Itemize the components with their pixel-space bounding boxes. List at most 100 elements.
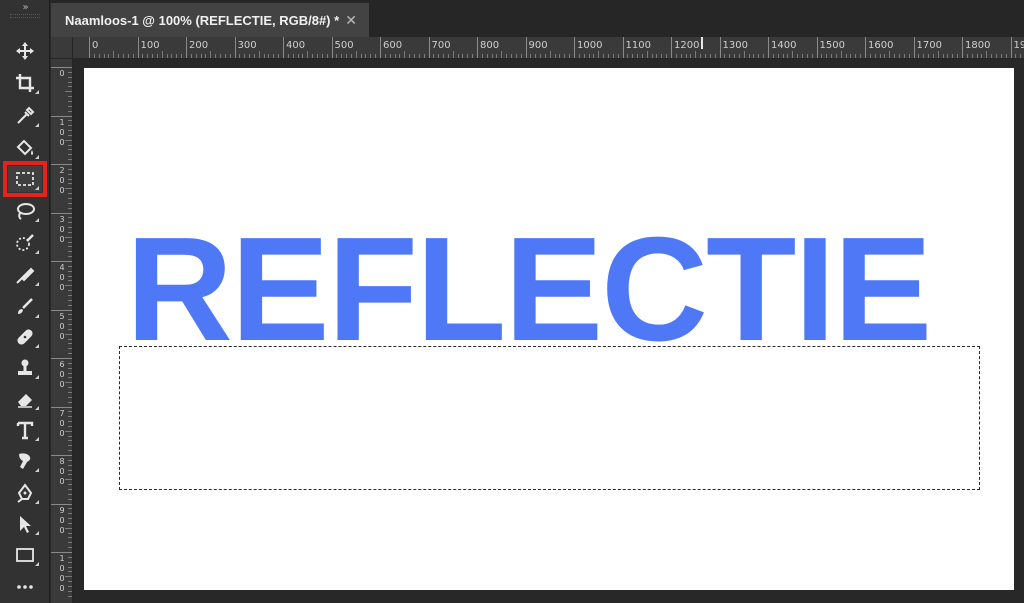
ruler-top-label: 1500 <box>819 40 845 51</box>
ruler-major-tick <box>51 552 72 553</box>
text-layer-reflectie[interactable]: REFLECTIE <box>126 216 932 364</box>
more-tools[interactable] <box>8 574 42 600</box>
ruler-minor-tick <box>244 54 246 58</box>
ruler-minor-tick <box>714 54 716 58</box>
ruler-minor-tick <box>68 183 72 185</box>
ruler-minor-tick <box>68 159 72 161</box>
ruler-minor-tick <box>68 314 72 316</box>
ruler-top-label: 200 <box>189 40 209 51</box>
ruler-major-tick <box>283 37 284 58</box>
ruler-minor-tick <box>210 51 212 58</box>
ruler-minor-tick <box>578 54 580 58</box>
ruler-minor-tick <box>68 319 72 321</box>
ruler-minor-tick <box>986 51 988 58</box>
eraser-tool[interactable] <box>8 386 42 412</box>
ruler-minor-tick <box>68 401 72 403</box>
close-tab-icon[interactable]: ✕ <box>345 12 357 29</box>
ruler-minor-tick <box>510 54 512 58</box>
ruler-minor-tick <box>350 54 352 58</box>
collapse-panel-button[interactable]: » <box>0 2 50 13</box>
vertical-ruler[interactable]: 0 100 200 300 400 500 600 700 800 900 1000 <box>51 59 73 603</box>
ruler-minor-tick <box>748 54 750 58</box>
finger-smudge-tool[interactable] <box>8 448 42 474</box>
brush-tool[interactable] <box>8 294 42 320</box>
ruler-minor-tick <box>200 54 202 58</box>
ruler-major-tick <box>51 164 72 165</box>
ruler-minor-tick <box>68 367 72 369</box>
ruler-minor-tick <box>801 54 803 58</box>
ruler-major-tick <box>719 37 721 58</box>
ruler-minor-tick <box>506 54 508 58</box>
panel-grip[interactable] <box>10 14 40 18</box>
healing-icon <box>17 329 33 345</box>
ruler-major-tick <box>768 37 769 58</box>
ruler-minor-tick <box>797 54 799 58</box>
ruler-left-label: 0 <box>59 69 65 78</box>
ruler-minor-tick <box>68 464 72 466</box>
healing-brush-tool[interactable] <box>8 324 42 350</box>
ruler-top-label: 1900 <box>1013 40 1024 51</box>
ruler-minor-tick <box>685 54 687 58</box>
ruler-minor-tick <box>65 285 72 287</box>
ruler-minor-tick <box>690 54 692 58</box>
path-selection-tool[interactable] <box>8 511 42 537</box>
ruler-minor-tick <box>68 581 72 583</box>
rectangle-tool[interactable] <box>8 542 42 568</box>
ruler-minor-tick <box>772 54 774 58</box>
ruler-minor-tick <box>132 54 134 58</box>
horizontal-ruler[interactable]: 0 100 200 300 400 500 600 700 800 900 1000 1100 1200… <box>51 37 1024 59</box>
ruler-minor-tick <box>68 435 72 437</box>
ruler-minor-tick <box>598 51 600 58</box>
ruler-minor-tick <box>544 54 546 58</box>
marquee-selection[interactable] <box>119 346 980 490</box>
ruler-major-tick <box>380 37 381 58</box>
clone-stamp-tool[interactable] <box>8 355 42 381</box>
ruler-minor-tick <box>113 51 115 58</box>
smudge-tool[interactable] <box>8 262 42 288</box>
ruler-minor-tick <box>971 54 973 58</box>
document-tab-bar: Naamloos-1 @ 100% (REFLECTIE, RGB/8#) * … <box>51 0 1024 37</box>
ruler-minor-tick <box>68 547 72 549</box>
paint-bucket-tool[interactable] <box>8 135 42 161</box>
ruler-major-tick <box>574 37 575 58</box>
move-tool[interactable] <box>8 38 42 64</box>
rectangular-marquee-tool[interactable] <box>3 161 47 197</box>
type-tool[interactable] <box>8 417 42 443</box>
ruler-minor-tick <box>68 362 72 364</box>
ruler-major-tick <box>51 503 72 505</box>
document-tab[interactable]: Naamloos-1 @ 100% (REFLECTIE, RGB/8#) * … <box>51 3 369 37</box>
ruler-major-tick <box>51 406 72 408</box>
ruler-minor-tick <box>68 149 72 151</box>
ruler-minor-tick <box>617 54 619 58</box>
ruler-minor-tick <box>399 54 401 58</box>
ruler-minor-tick <box>68 556 72 558</box>
crop-tool[interactable] <box>8 70 42 96</box>
eyedropper-tool[interactable] <box>8 103 42 129</box>
ruler-minor-tick <box>462 54 464 58</box>
ruler-major-tick <box>51 309 72 311</box>
ruler-minor-tick <box>68 241 72 243</box>
ruler-minor-tick <box>520 54 522 58</box>
ruler-minor-tick <box>879 54 881 58</box>
ruler-left-label: 1000 <box>59 554 65 593</box>
ellipsis-icon <box>17 585 33 589</box>
ruler-minor-tick <box>68 328 72 330</box>
ruler-minor-tick <box>68 411 72 413</box>
ruler-minor-tick <box>884 54 886 58</box>
lasso-tool[interactable] <box>8 198 42 224</box>
ruler-major-tick <box>234 37 236 58</box>
ruler-minor-tick <box>171 54 173 58</box>
ruler-major-tick <box>622 37 624 58</box>
document-canvas[interactable]: REFLECTIE <box>84 68 1014 590</box>
ruler-origin[interactable] <box>51 37 73 59</box>
quick-selection-tool[interactable] <box>8 230 42 256</box>
ruler-minor-tick <box>103 54 105 58</box>
ruler-minor-tick <box>229 54 231 58</box>
ruler-minor-tick <box>68 202 72 204</box>
ruler-minor-tick <box>637 54 639 58</box>
ruler-major-tick <box>137 37 139 58</box>
ruler-minor-tick <box>709 54 711 58</box>
ruler-minor-tick <box>360 54 362 58</box>
ruler-minor-tick <box>65 91 72 93</box>
pen-tool[interactable] <box>8 480 42 506</box>
